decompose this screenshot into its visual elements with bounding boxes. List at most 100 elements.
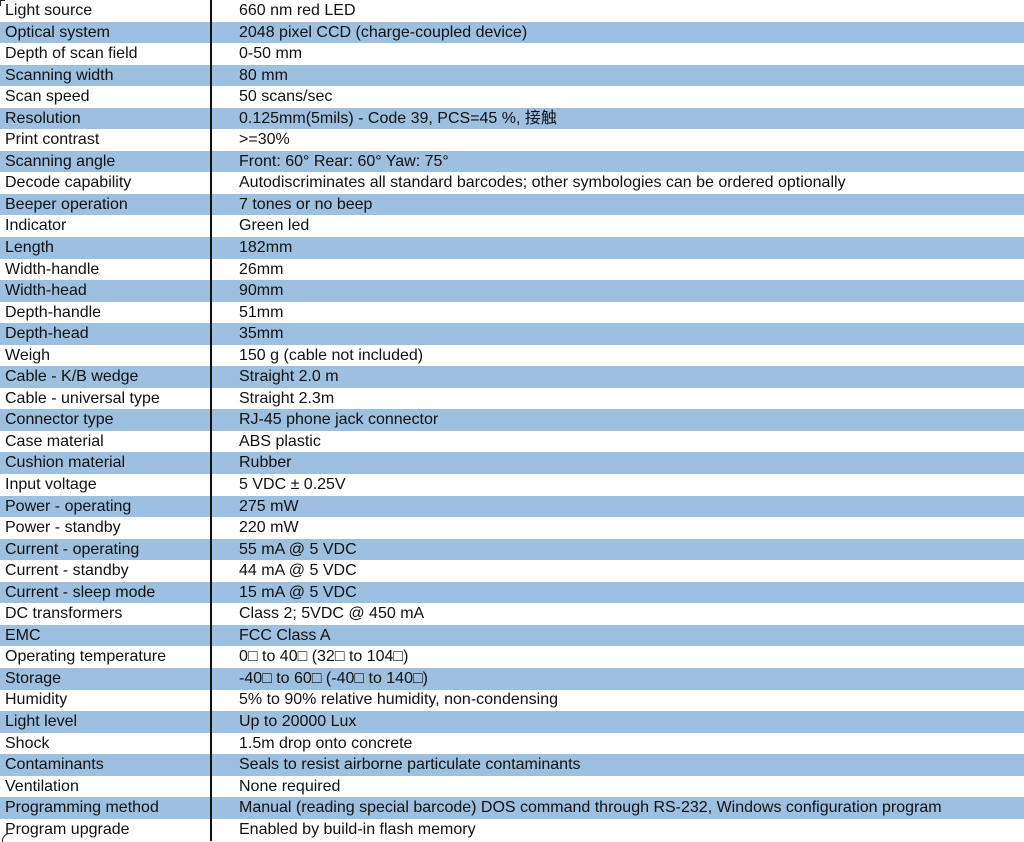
table-row: Scan speed 50 scans/sec: [0, 86, 1024, 108]
spec-value: 2048 pixel CCD (charge-coupled device): [239, 23, 528, 41]
spec-value: 5 VDC ± 0.25V: [239, 476, 346, 494]
corner-mark-top: [0, 0, 5, 6]
spec-value: Straight 2.0 m: [239, 368, 339, 386]
spec-value: 15 mA @ 5 VDC: [239, 583, 357, 601]
spec-label: Depth-handle: [5, 303, 102, 321]
spec-label: Power - standby: [5, 519, 121, 537]
table-row: Operating temperature 0□ to 40□ (32□ to 1…: [0, 646, 1024, 668]
table-row: Shock 1.5m drop onto concrete: [0, 733, 1024, 755]
table-row: Beeper operation 7 tones or no beep: [0, 193, 1024, 216]
spec-value: 55 mA @ 5 VDC: [239, 540, 357, 558]
table-row: DC transformers Class 2; 5VDC @ 450 mA: [0, 603, 1024, 625]
spec-label: Ventilation: [5, 777, 79, 795]
spec-label: Cable - K/B wedge: [5, 368, 139, 386]
spec-label: Beeper operation: [5, 195, 128, 213]
table-row: Length 182mm: [0, 237, 1024, 259]
spec-value: 220 mW: [239, 519, 299, 537]
spec-value: Seals to resist airborne particulate con…: [239, 756, 581, 774]
spec-value: 660 nm red LED: [239, 1, 356, 19]
spec-value: 90mm: [239, 282, 284, 300]
spec-table: Light source 660 nm red LED Optical system…: [0, 0, 1024, 840]
table-row: Connector type RJ-45 phone jack connector: [0, 409, 1024, 431]
spec-value: ABS plastic: [239, 432, 321, 450]
spec-label: Current - sleep mode: [5, 583, 156, 601]
table-row: Contaminants Seals to resist airborne par…: [0, 754, 1024, 776]
table-row: Depth-head 35mm: [0, 323, 1024, 345]
spec-label: Storage: [5, 669, 62, 687]
spec-label: EMC: [5, 626, 41, 644]
table-row: Power - standby 220 mW: [0, 517, 1024, 539]
table-row: Cable - K/B wedge Straight 2.0 m: [0, 366, 1024, 388]
spec-value: None required: [239, 777, 341, 795]
column-divider: [210, 0, 212, 841]
table-row: EMC FCC Class A: [0, 624, 1024, 647]
table-row: Case material ABS plastic: [0, 431, 1024, 453]
spec-label: Input voltage: [5, 476, 97, 494]
table-row: Programming method Manual (reading specia…: [0, 797, 1024, 819]
spec-value: 44 mA @ 5 VDC: [239, 562, 357, 580]
spec-label: Weigh: [5, 346, 51, 364]
spec-value: 0.125mm(5mils) - Code 39, PCS=45 %, 接触: [239, 109, 557, 127]
spec-label: Decode capability: [5, 174, 132, 192]
table-row: Current - operating 55 mA @ 5 VDC: [0, 538, 1024, 561]
table-row: Light source 660 nm red LED: [0, 0, 1024, 22]
spec-label: Indicator: [5, 217, 67, 235]
spec-label: Length: [5, 239, 54, 256]
spec-value: 51mm: [239, 303, 284, 321]
spec-label: Scan speed: [5, 88, 90, 106]
spec-value: 7 tones or no beep: [239, 195, 373, 213]
spec-value: Manual (reading special barcode) DOS com…: [239, 799, 942, 817]
spec-value: Green led: [239, 217, 310, 235]
spec-label: Width-head: [5, 282, 87, 300]
spec-label: Shock: [5, 734, 50, 752]
table-row: Width-handle 26mm: [0, 259, 1024, 281]
table-row: Storage -40□ to 60□ (-40□ to 140□): [0, 667, 1024, 690]
spec-label: Width-handle: [5, 260, 100, 278]
table-row: Input voltage 5 VDC ± 0.25V: [0, 474, 1024, 496]
table-row: Current - standby 44 mA @ 5 VDC: [0, 560, 1024, 582]
table-row: Program upgrade Enabled by build-in flash…: [0, 819, 1024, 841]
spec-value: RJ-45 phone jack connector: [239, 411, 439, 429]
spec-value: 50 scans/sec: [239, 88, 333, 106]
spec-label: Resolution: [5, 109, 81, 127]
spec-label: DC transformers: [5, 605, 123, 623]
spec-label: Depth-head: [5, 325, 89, 343]
table-row: Current - sleep mode 15 mA @ 5 VDC: [0, 581, 1024, 604]
spec-value: 275 mW: [239, 497, 299, 515]
spec-label: Scanning angle: [5, 152, 116, 170]
table-row: Print contrast >=30%: [0, 129, 1024, 151]
spec-label: Light level: [5, 713, 78, 731]
table-row: Light level Up to 20000 Lux: [0, 711, 1024, 733]
spec-label: Contaminants: [5, 756, 104, 774]
spec-label: Depth of scan field: [5, 45, 138, 63]
spec-value: -40□ to 60□ (-40□ to 140□): [239, 669, 428, 687]
spec-label: Power - operating: [5, 497, 132, 515]
spec-label: Cushion material: [5, 454, 126, 472]
spec-value: Rubber: [239, 454, 292, 472]
spec-value: 150 g (cable not included): [239, 346, 424, 364]
table-row: Weigh 150 g (cable not included): [0, 345, 1024, 367]
table-row: Depth of scan field 0-50 mm: [0, 43, 1024, 65]
table-row: Cushion material Rubber: [0, 452, 1024, 475]
table-row: Decode capability Autodiscriminates all s…: [0, 172, 1024, 194]
spec-value: Front: 60° Rear: 60° Yaw: 75°: [239, 152, 449, 170]
spec-label: Operating temperature: [5, 648, 166, 666]
spec-value: Class 2; 5VDC @ 450 mA: [239, 605, 425, 623]
table-row: Scanning width 80 mm: [0, 64, 1024, 87]
spec-value: 35mm: [239, 325, 284, 343]
spec-label: Programming method: [5, 799, 159, 817]
spec-label: Light source: [5, 1, 93, 19]
spec-value: Enabled by build-in flash memory: [239, 820, 476, 838]
spec-value: 1.5m drop onto concrete: [239, 734, 413, 752]
spec-value: FCC Class A: [239, 626, 331, 644]
table-row: Optical system 2048 pixel CCD (charge-cou…: [0, 21, 1024, 44]
spec-label: Case material: [5, 432, 104, 450]
table-row: Scanning angle Front: 60° Rear: 60° Yaw: …: [0, 150, 1024, 173]
spec-value: 5% to 90% relative humidity, non-condens…: [239, 691, 558, 709]
spec-value: Up to 20000 Lux: [239, 713, 357, 731]
table-row: Cable - universal type Straight 2.3m: [0, 388, 1024, 410]
table-row: Resolution 0.125mm(5mils) - Code 39, PCS=…: [0, 107, 1024, 130]
spec-label: Print contrast: [5, 131, 100, 149]
spec-value: Straight 2.3m: [239, 389, 335, 407]
table-row: Humidity 5% to 90% relative humidity, non…: [0, 690, 1024, 712]
